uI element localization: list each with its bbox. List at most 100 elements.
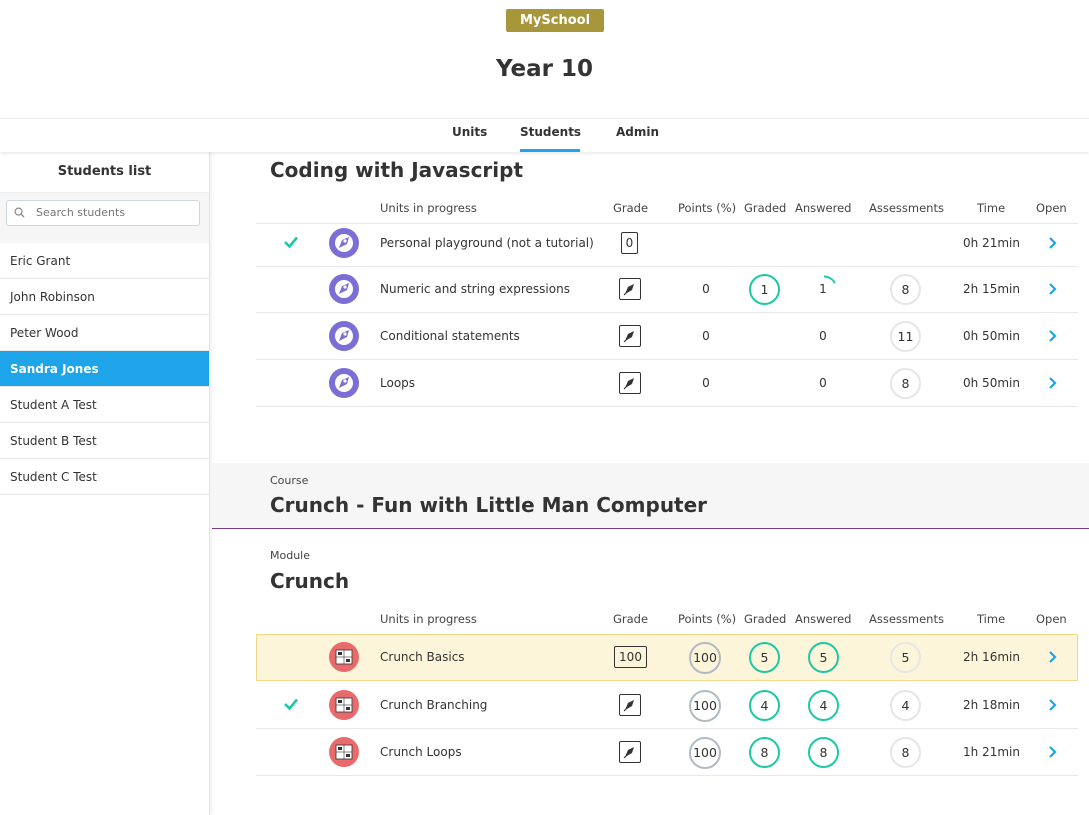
unit-name[interactable]: Crunch Loops xyxy=(380,729,462,775)
assessments-value: 11 xyxy=(890,321,921,352)
student-item[interactable]: Peter Wood xyxy=(0,315,209,351)
pen-nib-icon xyxy=(329,274,359,304)
points-value: 100 xyxy=(689,642,721,674)
student-item[interactable]: John Robinson xyxy=(0,279,209,315)
page-header: MySchool Year 10 xyxy=(0,0,1089,118)
col-time: Time xyxy=(977,201,1006,215)
answered-value: 0 xyxy=(819,329,827,343)
chevron-right-icon[interactable] xyxy=(1048,377,1057,389)
search-input[interactable] xyxy=(36,206,186,219)
col-grade: Grade xyxy=(613,201,649,215)
unit-row-highlighted[interactable]: Crunch Basics 100 100 5 5 5 2h 16min xyxy=(256,634,1078,681)
chevron-right-icon[interactable] xyxy=(1048,746,1057,758)
unit-row[interactable]: Numeric and string expressions 0 1 1 8 2… xyxy=(256,266,1078,313)
points-value: 0 xyxy=(702,376,710,390)
unit-row[interactable]: Crunch Branching 100 4 4 4 2h 18min xyxy=(256,682,1078,729)
tab-admin[interactable]: Admin xyxy=(616,122,659,152)
crunch-grid-icon xyxy=(329,690,359,720)
course-band: Course Crunch - Fun with Little Man Comp… xyxy=(212,463,1089,529)
module-title: Crunch xyxy=(270,569,350,593)
col-open: Open xyxy=(1036,612,1067,626)
points-value: 0 xyxy=(702,329,710,343)
unit-name[interactable]: Crunch Basics xyxy=(380,634,465,680)
unit-name[interactable]: Loops xyxy=(380,360,415,406)
answered-value: 4 xyxy=(808,690,839,721)
assessments-value: 4 xyxy=(890,690,921,721)
col-answered: Answered xyxy=(795,612,852,626)
graded-value: 1 xyxy=(749,274,780,305)
chevron-right-icon[interactable] xyxy=(1048,651,1057,663)
answered-value: 5 xyxy=(808,642,839,673)
col-assessments: Assessments xyxy=(869,201,944,215)
col-units: Units in progress xyxy=(380,612,477,626)
answered-value: 8 xyxy=(808,737,839,768)
time-value: 2h 18min xyxy=(963,698,1020,712)
col-points: Points (%) xyxy=(678,201,737,215)
students-sidebar: Students list Eric Grant John Robinson P… xyxy=(0,152,210,815)
crunch-grid-icon xyxy=(329,642,359,672)
col-graded: Graded xyxy=(744,612,787,626)
graded-value: 5 xyxy=(749,642,780,673)
answered-progress-arc xyxy=(823,275,836,284)
assessments-value: 8 xyxy=(890,274,921,305)
tab-units[interactable]: Units xyxy=(452,122,487,152)
points-value: 0 xyxy=(702,282,710,296)
section-title: Coding with Javascript xyxy=(270,158,524,182)
time-value: 1h 21min xyxy=(963,745,1020,759)
col-time: Time xyxy=(977,612,1006,626)
sidebar-title: Students list xyxy=(0,152,209,193)
col-assessments: Assessments xyxy=(869,612,944,626)
unit-row[interactable]: Loops 0 0 8 0h 50min xyxy=(256,360,1078,407)
grade-value: 0 xyxy=(621,232,638,254)
page-title: Year 10 xyxy=(495,56,594,82)
col-points: Points (%) xyxy=(678,612,737,626)
pen-icon xyxy=(619,694,641,716)
chevron-right-icon[interactable] xyxy=(1048,237,1057,249)
student-item[interactable]: Eric Grant xyxy=(0,243,209,279)
student-item[interactable]: Student A Test xyxy=(0,387,209,423)
col-answered: Answered xyxy=(795,201,852,215)
graded-value: 4 xyxy=(749,690,780,721)
check-icon xyxy=(284,698,298,711)
crunch-grid-icon xyxy=(329,737,359,767)
col-units: Units in progress xyxy=(380,201,477,215)
check-icon xyxy=(284,236,298,249)
student-item-selected[interactable]: Sandra Jones xyxy=(0,351,209,387)
tab-bar: Units Students Admin xyxy=(0,118,1089,152)
col-graded: Graded xyxy=(744,201,787,215)
points-value: 100 xyxy=(689,690,721,722)
main-content: Coding with Javascript Units in progress… xyxy=(212,152,1089,815)
student-item[interactable]: Student C Test xyxy=(0,459,209,495)
answered-value: 0 xyxy=(819,376,827,390)
time-value: 0h 50min xyxy=(963,329,1020,343)
chevron-right-icon[interactable] xyxy=(1048,283,1057,295)
pen-icon xyxy=(619,372,641,394)
search-icon xyxy=(14,207,25,218)
graded-value: 8 xyxy=(749,737,780,768)
brand-badge[interactable]: MySchool xyxy=(506,9,604,32)
search-box[interactable] xyxy=(6,200,200,226)
unit-name[interactable]: Conditional statements xyxy=(380,313,520,359)
col-open: Open xyxy=(1036,201,1067,215)
search-area xyxy=(0,193,209,243)
unit-row[interactable]: Crunch Loops 100 8 8 8 1h 21min xyxy=(256,729,1078,776)
unit-row[interactable]: Personal playground (not a tutorial) 0 0… xyxy=(256,220,1078,267)
tab-students[interactable]: Students xyxy=(520,122,581,152)
student-item[interactable]: Student B Test xyxy=(0,423,209,459)
chevron-right-icon[interactable] xyxy=(1048,330,1057,342)
unit-row[interactable]: Conditional statements 0 0 11 0h 50min xyxy=(256,313,1078,360)
time-value: 2h 15min xyxy=(963,282,1020,296)
unit-name[interactable]: Numeric and string expressions xyxy=(380,266,570,312)
chevron-right-icon[interactable] xyxy=(1048,699,1057,711)
unit-name[interactable]: Crunch Branching xyxy=(380,682,487,728)
pen-nib-icon xyxy=(329,321,359,351)
pen-nib-icon xyxy=(329,228,359,258)
module-label: Module xyxy=(270,549,310,562)
assessments-value: 8 xyxy=(890,368,921,399)
unit-name[interactable]: Personal playground (not a tutorial) xyxy=(380,220,594,266)
points-value: 100 xyxy=(689,737,721,769)
col-grade: Grade xyxy=(613,612,649,626)
pen-nib-icon xyxy=(329,368,359,398)
grade-value: 100 xyxy=(614,646,647,668)
course-title: Crunch - Fun with Little Man Computer xyxy=(270,493,708,517)
